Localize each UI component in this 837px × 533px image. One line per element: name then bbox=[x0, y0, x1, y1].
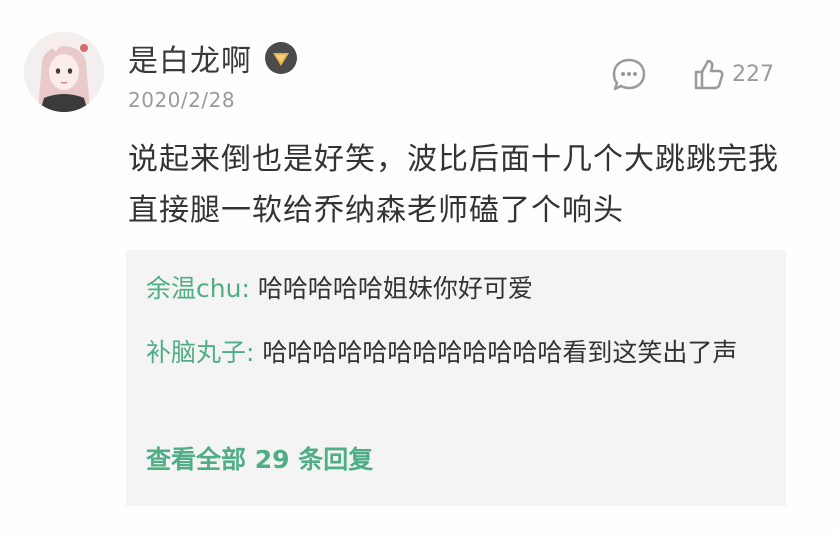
comment-date: 2020/2/28 bbox=[128, 88, 236, 112]
comment-bubble-icon bbox=[612, 58, 646, 91]
reply-separator: : bbox=[241, 274, 258, 303]
reply-item[interactable]: 余温chu: 哈哈哈哈哈姐妹你好可爱 bbox=[146, 268, 766, 310]
comment-text: 说起来倒也是好笑，波比后面十几个大跳跳完我直接腿一软给乔纳森老师磕了个响头 bbox=[128, 142, 779, 228]
view-all-replies-link[interactable]: 查看全部 29 条回复 bbox=[146, 440, 373, 476]
username[interactable]: 是白龙啊 bbox=[128, 36, 252, 80]
avatar[interactable] bbox=[24, 32, 104, 112]
comment-card: 是白龙啊 2020/2/28 227 说起来倒也是好笑，波比后面十几个大跳跳完我… bbox=[0, 0, 837, 533]
reply-item[interactable]: 补脑丸子: 哈哈哈哈哈哈哈哈哈哈哈哈看到这笑出了声 bbox=[146, 332, 766, 374]
reply-separator: : bbox=[246, 338, 263, 367]
replies-panel: 余温chu: 哈哈哈哈哈姐妹你好可爱 补脑丸子: 哈哈哈哈哈哈哈哈哈哈哈哈看到这… bbox=[126, 250, 786, 506]
reply-author[interactable]: 余温chu bbox=[146, 274, 241, 303]
reply-button[interactable] bbox=[610, 56, 648, 94]
username-row: 是白龙啊 bbox=[128, 36, 298, 80]
like-button[interactable]: 227 bbox=[690, 54, 774, 94]
like-count: 227 bbox=[732, 61, 774, 87]
reply-text: 哈哈哈哈哈哈哈哈哈哈哈哈看到这笑出了声 bbox=[262, 338, 738, 367]
thumb-up-icon bbox=[694, 59, 724, 90]
reply-text: 哈哈哈哈哈姐妹你好可爱 bbox=[257, 274, 533, 303]
reply-author[interactable]: 补脑丸子 bbox=[146, 338, 246, 367]
level-badge-icon bbox=[264, 41, 298, 75]
avatar-illustration bbox=[24, 32, 104, 112]
